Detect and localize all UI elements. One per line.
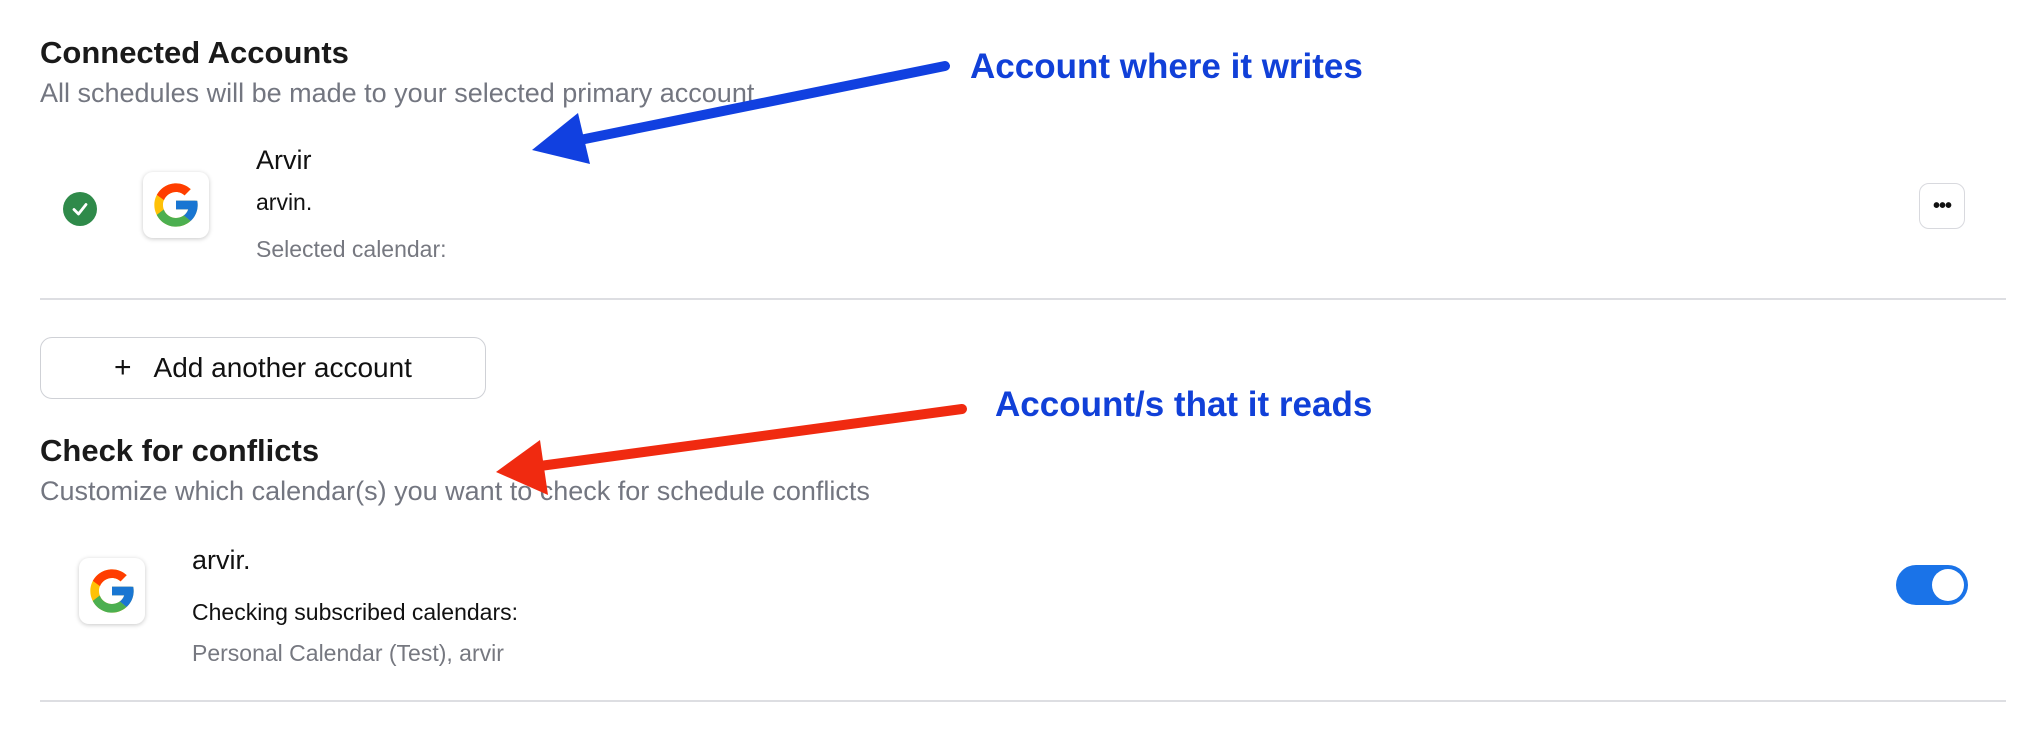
annotation-arrows bbox=[496, 61, 967, 495]
writes-arrow bbox=[532, 61, 950, 164]
annotation-reads: Account/s that it reads bbox=[995, 385, 1373, 424]
reads-arrow bbox=[496, 404, 967, 495]
annotation-writes: Account where it writes bbox=[970, 47, 1363, 86]
